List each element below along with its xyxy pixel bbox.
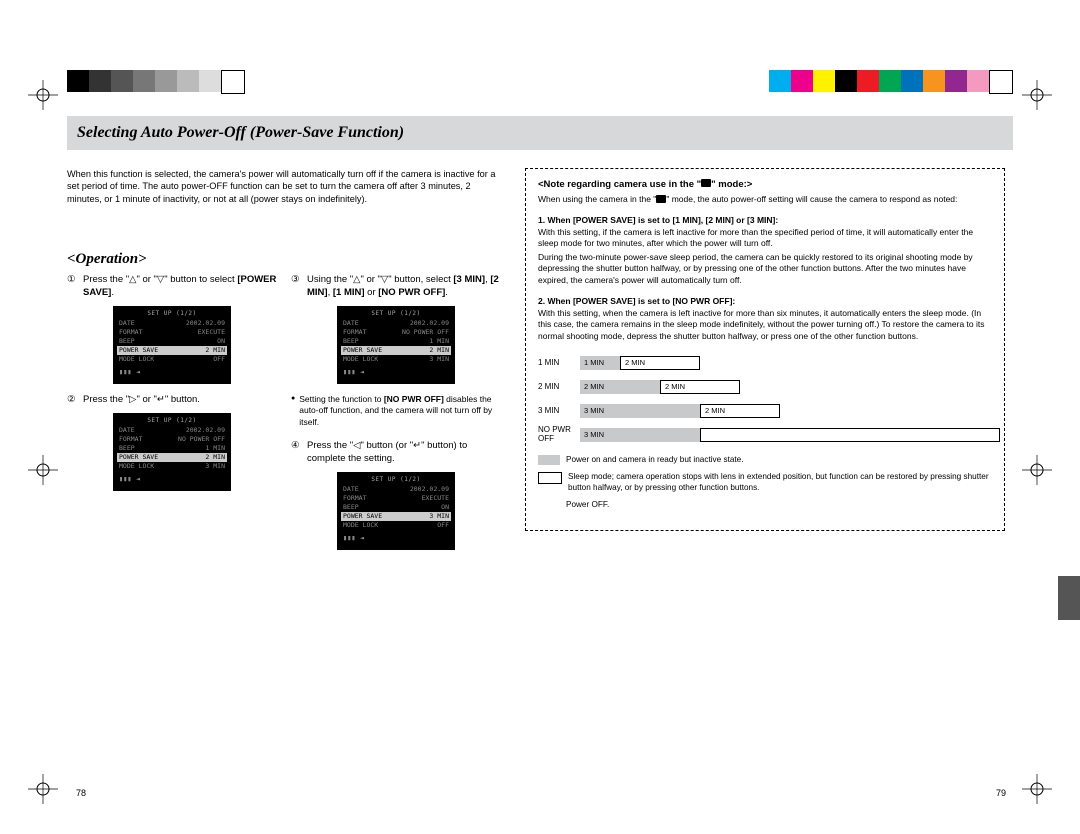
step-2: ② Press the "▷" or "↵" button. [67, 394, 277, 407]
lcd-screenshot-4: SET UP (1/2)DATE2002.02.09FORMATEXECUTEB… [337, 472, 455, 550]
registration-mark [1022, 455, 1052, 485]
note-intro: When using the camera in the "" mode, th… [538, 194, 992, 205]
camera-icon [701, 179, 711, 187]
step-3: ③ Using the "△" or "▽" button, select [3… [291, 274, 501, 300]
intro-text: When this function is selected, the came… [67, 168, 507, 205]
registration-mark [28, 774, 58, 804]
step-4: ④ Press the "◁" button (or "↵" button) t… [291, 440, 501, 466]
lcd-screenshot-2: SET UP (1/2)DATE2002.02.09FORMATNO POWER… [113, 413, 231, 491]
lcd-screenshot-3: SET UP (1/2)DATE2002.02.09FORMATNO POWER… [337, 306, 455, 384]
registration-mark [1022, 80, 1052, 110]
chart-legend: Power on and camera in ready but inactiv… [538, 454, 992, 510]
thumb-tab [1058, 576, 1080, 620]
note-p2: With this setting, when the camera is le… [538, 308, 992, 342]
note-sub-1: 1. When [POWER SAVE] is set to [1 MIN], … [538, 215, 992, 226]
camera-icon [656, 195, 666, 203]
step-1: ① Press the "△" or "▽" button to select … [67, 274, 277, 300]
registration-mark [1022, 774, 1052, 804]
section-title-band: Selecting Auto Power-Off (Power-Save Fun… [67, 116, 1013, 150]
no-pwr-note: ● Setting the function to [NO PWR OFF] d… [291, 394, 501, 428]
page-numbers: 78 79 [76, 788, 1006, 798]
note-p1b: During the two-minute power-save sleep p… [538, 252, 992, 286]
timing-chart: 1 MIN1 MIN2 MIN2 MIN2 MIN2 MIN3 MIN3 MIN… [538, 354, 992, 444]
page-number-right: 79 [996, 788, 1006, 798]
note-heading: <Note regarding camera use in the "" mod… [538, 179, 992, 192]
section-title: Selecting Auto Power-Off (Power-Save Fun… [77, 124, 404, 142]
registration-mark [28, 80, 58, 110]
print-colorbar [67, 70, 1013, 92]
note-p1: With this setting, if the camera is left… [538, 227, 992, 250]
operation-heading: <Operation> [67, 251, 507, 268]
note-sub-2: 2. When [POWER SAVE] is set to [NO PWR O… [538, 296, 992, 307]
page-number-left: 78 [76, 788, 86, 798]
registration-mark [28, 455, 58, 485]
note-box: <Note regarding camera use in the "" mod… [525, 168, 1005, 531]
lcd-screenshot-1: SET UP (1/2)DATE2002.02.09FORMATEXECUTEB… [113, 306, 231, 384]
